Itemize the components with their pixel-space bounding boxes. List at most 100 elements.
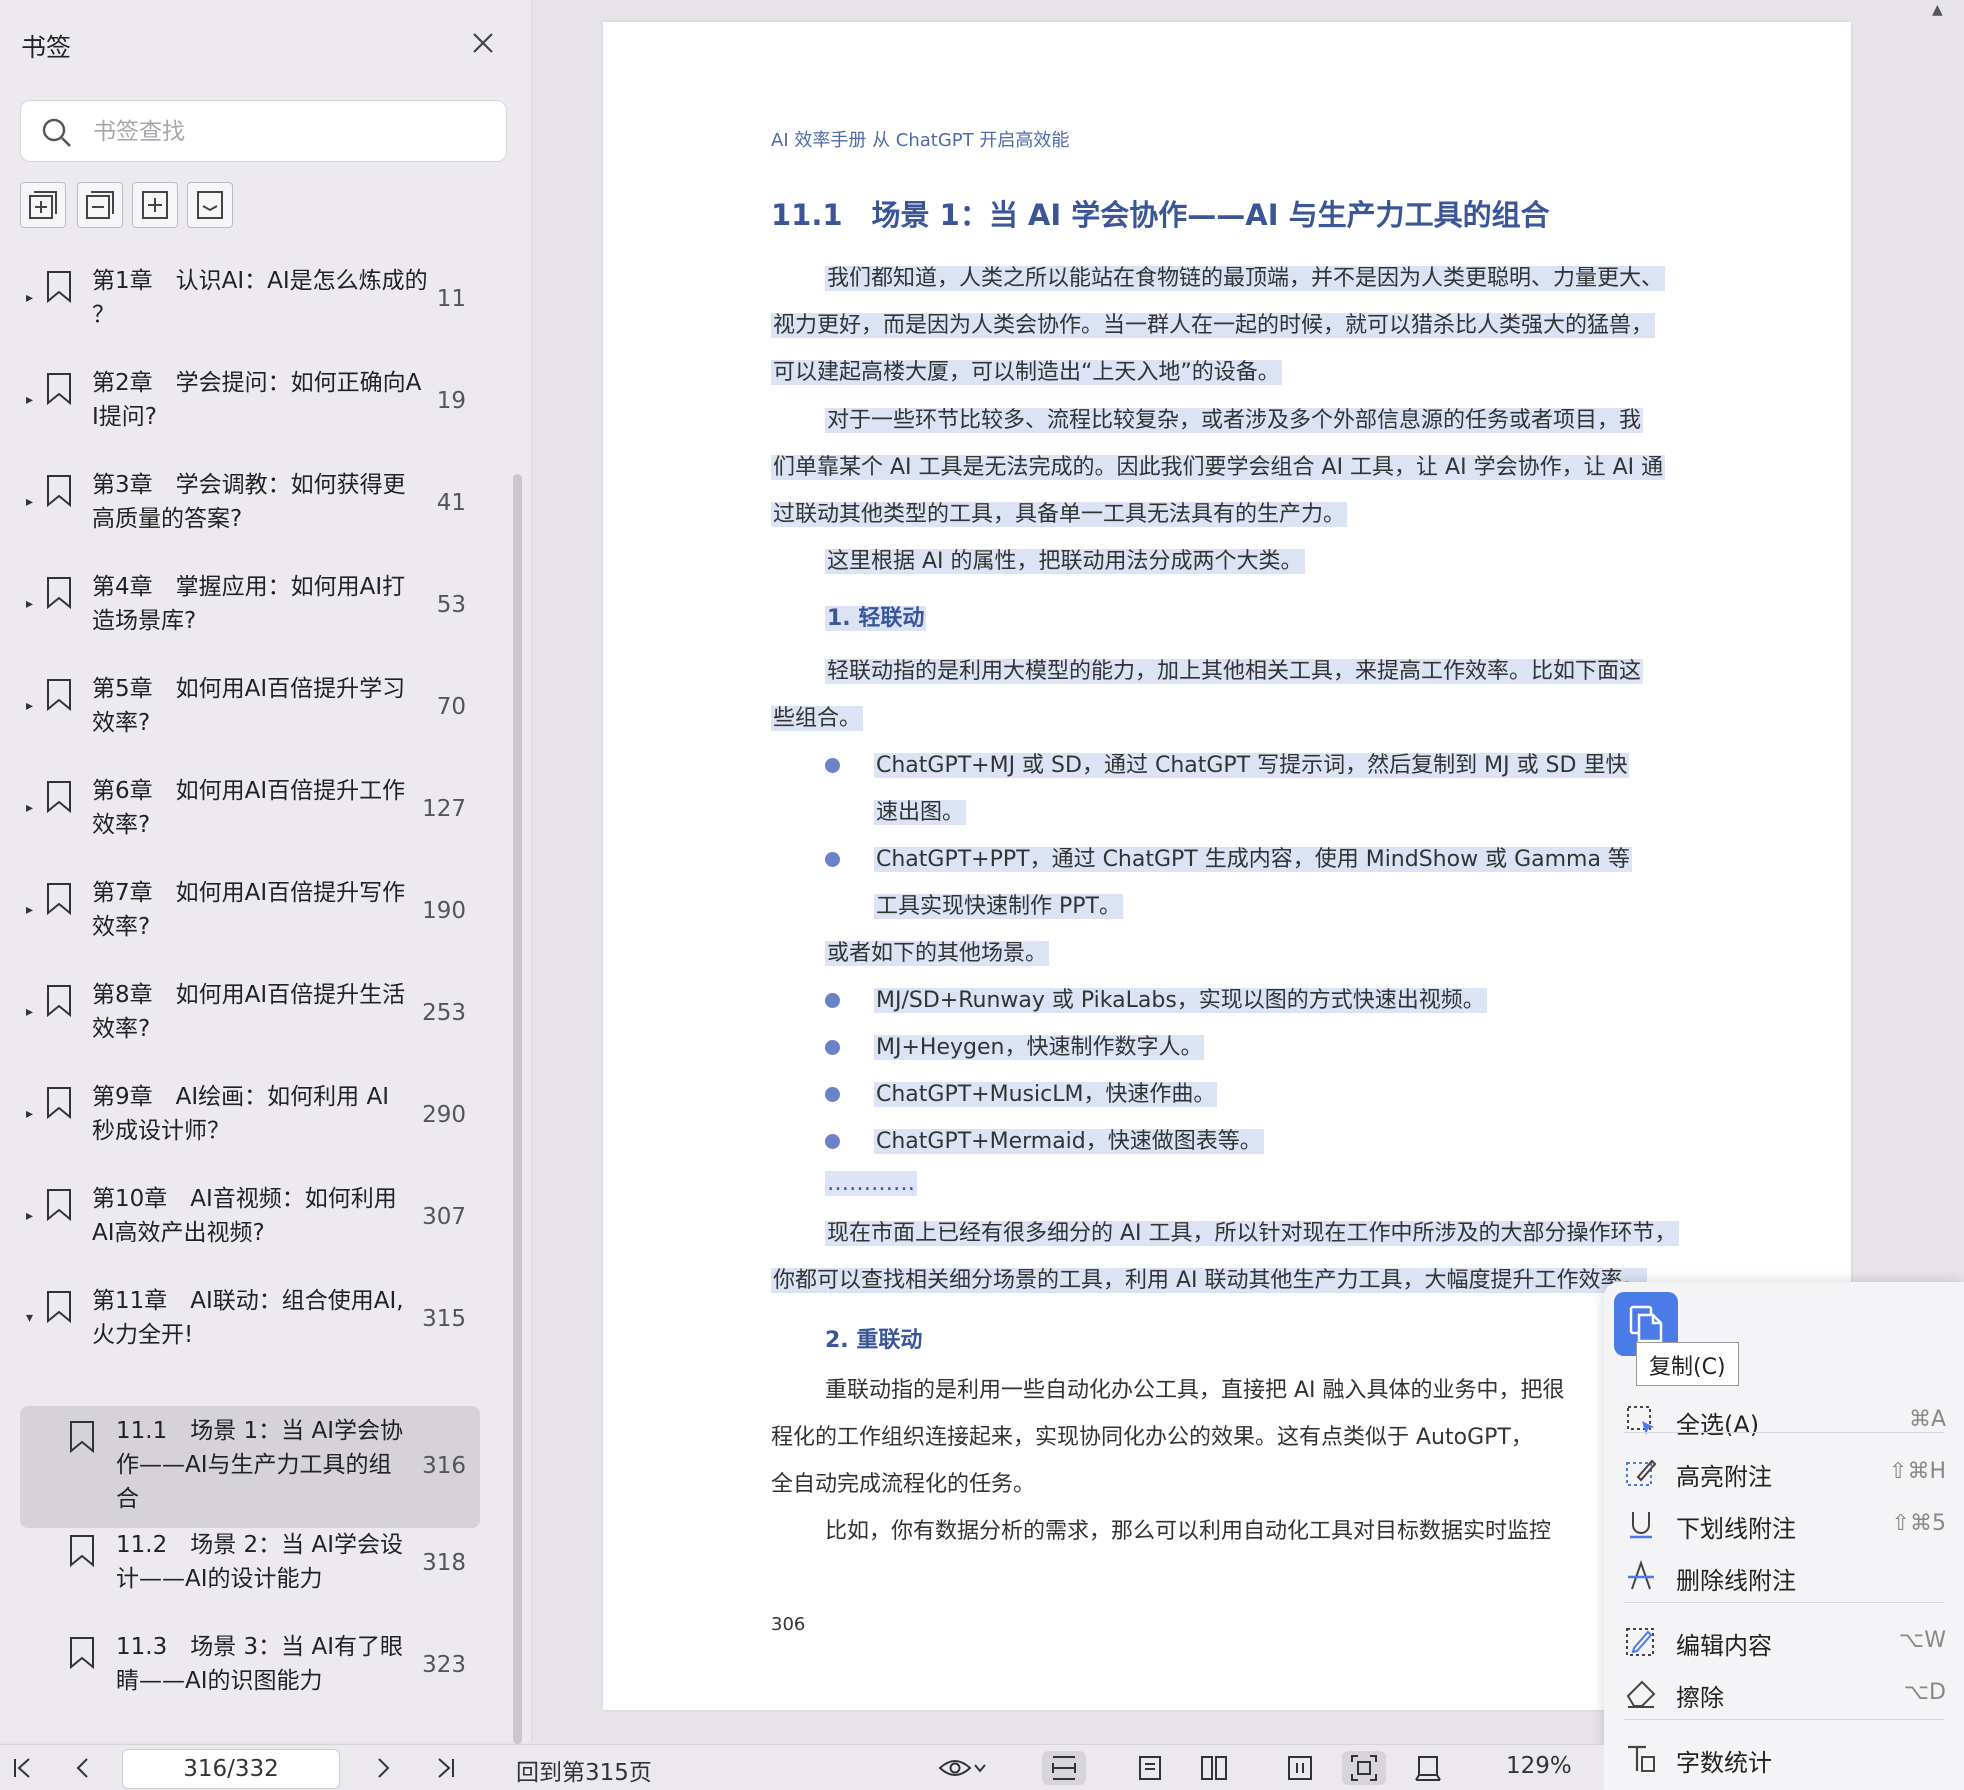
expand-all-icon[interactable] bbox=[20, 182, 66, 228]
zoom-level[interactable]: 129% bbox=[1506, 1753, 1572, 1779]
paragraph-line[interactable]: 过联动其他类型的工具，具备单一工具无法具有的生产力。 bbox=[771, 499, 1348, 530]
page-number-input[interactable] bbox=[122, 1749, 340, 1789]
chevron-right-icon[interactable]: ▸ bbox=[26, 392, 33, 408]
collapse-all-icon[interactable] bbox=[77, 182, 123, 228]
two-page-icon[interactable] bbox=[1192, 1751, 1236, 1785]
bookmark-label-line: 效率? bbox=[92, 710, 151, 736]
strikethrough-icon bbox=[1624, 1559, 1658, 1593]
paragraph-line[interactable]: 对于一些环节比较多、流程比较复杂，或者涉及多个外部信息源的任务或者项目，我 bbox=[825, 405, 1644, 436]
bookmark-icon bbox=[47, 781, 71, 814]
close-icon[interactable] bbox=[466, 26, 500, 60]
chevron-down-icon[interactable]: ▾ bbox=[26, 1310, 33, 1326]
bullet-line[interactable]: MJ+Heygen，快速制作数字人。 bbox=[874, 1032, 1205, 1063]
add-bookmark-icon[interactable] bbox=[132, 182, 178, 228]
view-mode-dropdown[interactable] bbox=[932, 1751, 994, 1785]
paragraph-line[interactable]: 这里根据 AI 的属性，把联动用法分成两个大类。 bbox=[825, 546, 1305, 577]
continuous-scroll-icon[interactable] bbox=[1042, 1751, 1086, 1785]
bullet-line[interactable]: MJ/SD+Runway 或 PikaLabs，实现以图的方式快速出视频。 bbox=[874, 985, 1487, 1016]
bullet-dot bbox=[825, 1134, 840, 1149]
menu-item-strikethrough-note[interactable]: 删除线附注 bbox=[1604, 1553, 1964, 1599]
chevron-right-icon[interactable]: ▸ bbox=[26, 1106, 33, 1122]
fit-page-icon[interactable] bbox=[1342, 1751, 1386, 1785]
eraser-icon bbox=[1624, 1676, 1658, 1710]
subheading-heavy-linkage: 2. 重联动 bbox=[825, 1328, 923, 1353]
bookmark-item[interactable]: ▾ 第11章 AI联动：组合使用AI, 火力全开! 315 bbox=[0, 1276, 500, 1364]
paragraph-line[interactable]: 视力更好，而是因为人类会协作。当一群人在一起的时候，就可以猎杀比人类强大的猛兽， bbox=[771, 310, 1656, 341]
bookmark-item[interactable]: ▸ 第2章 学会提问：如何正确向A I提问? 19 bbox=[0, 358, 500, 446]
paragraph-line[interactable]: 你都可以查找相关细分场景的工具，利用 AI 联动其他生产力工具，大幅度提升工作效… bbox=[771, 1265, 1647, 1296]
bookmark-search-input[interactable] bbox=[93, 113, 483, 151]
bookmark-label-line: 计——AI的设计能力 bbox=[116, 1566, 323, 1592]
bookmark-page-icon[interactable] bbox=[187, 182, 233, 228]
paragraph-line[interactable]: 些组合。 bbox=[771, 703, 864, 734]
first-page-icon[interactable] bbox=[6, 1751, 40, 1785]
menu-item-word-count[interactable]: 字数统计 bbox=[1604, 1735, 1964, 1781]
bottom-toolbar: 回到第315页 129% bbox=[0, 1744, 1604, 1790]
chevron-right-icon[interactable]: ▸ bbox=[26, 698, 33, 714]
chevron-right-icon[interactable]: ▸ bbox=[26, 800, 33, 816]
bookmark-item[interactable]: ▸ 第8章 如何用AI百倍提升生活 效率? 253 bbox=[0, 970, 500, 1058]
bullet-line[interactable]: 速出图。 bbox=[874, 797, 967, 828]
menu-item-highlight-note[interactable]: 高亮附注 ⇧⌘H bbox=[1604, 1449, 1964, 1495]
bookmark-label-line: 第3章 学会调教：如何获得更 bbox=[92, 472, 406, 498]
bookmark-icon bbox=[47, 1087, 71, 1120]
edit-icon bbox=[1624, 1624, 1658, 1658]
next-page-icon[interactable] bbox=[366, 1751, 400, 1785]
previous-page-icon[interactable] bbox=[66, 1751, 100, 1785]
bullet-dot bbox=[825, 758, 840, 773]
bullet-line[interactable]: 工具实现快速制作 PPT。 bbox=[874, 891, 1123, 922]
paragraph-line[interactable]: 可以建起高楼大厦，可以制造出“上天入地”的设备。 bbox=[771, 357, 1282, 388]
fit-width-icon[interactable] bbox=[1278, 1751, 1322, 1785]
bookmark-item[interactable]: ▸ 第1章 认识AI：AI是怎么炼成的 ？ 11 bbox=[0, 256, 500, 344]
back-to-page-link[interactable]: 回到第315页 bbox=[516, 1753, 652, 1787]
bookmark-label-line: 高质量的答案? bbox=[92, 506, 243, 532]
chevron-right-icon[interactable]: ▸ bbox=[26, 290, 33, 306]
bookmark-item[interactable]: 11.2 场景 2：当 AI学会设 计——AI的设计能力 318 bbox=[0, 1520, 500, 1608]
bookmark-item[interactable]: ▸ 第6章 如何用AI百倍提升工作 效率? 127 bbox=[0, 766, 500, 854]
subheading-light-linkage[interactable]: 1. 轻联动 bbox=[825, 600, 927, 632]
bullet-line[interactable]: ChatGPT+Mermaid，快速做图表等。 bbox=[874, 1126, 1264, 1157]
chevron-right-icon[interactable]: ▸ bbox=[26, 596, 33, 612]
paragraph-line: 重联动指的是利用一些自动化办公工具，直接把 AI 融入具体的业务中，把很 bbox=[825, 1378, 1565, 1403]
chevron-right-icon[interactable]: ▸ bbox=[26, 1208, 33, 1224]
bookmark-label-line: 11.3 场景 3：当 AI有了眼 bbox=[116, 1634, 403, 1660]
sidebar-scrollbar[interactable] bbox=[513, 474, 522, 1744]
bookmark-label: 第5章 如何用AI百倍提升学习 效率? bbox=[92, 672, 405, 740]
bookmark-label-line: 睛——AI的识图能力 bbox=[116, 1668, 323, 1694]
paragraph-line[interactable]: 我们都知道，人类之所以能站在食物链的最顶端，并不是因为人类更聪明、力量更大、 bbox=[825, 263, 1666, 294]
bookmark-page-number: 318 bbox=[422, 1550, 466, 1576]
scroll-up-arrow-icon[interactable]: ▲ bbox=[1932, 2, 1943, 18]
menu-item-underline-note[interactable]: 下划线附注 ⇧⌘5 bbox=[1604, 1501, 1964, 1547]
bookmark-item[interactable]: 11.3 场景 3：当 AI有了眼 睛——AI的识图能力 323 bbox=[0, 1622, 500, 1710]
bookmark-label: 第2章 学会提问：如何正确向A I提问? bbox=[92, 366, 421, 434]
paragraph-line[interactable]: 现在市面上已经有很多细分的 AI 工具，所以针对现在工作中所涉及的大部分操作环节… bbox=[825, 1218, 1679, 1249]
menu-item-select-all[interactable]: 全选(A) ⌘A bbox=[1604, 1397, 1964, 1443]
bullet-line[interactable]: ChatGPT+MusicLM，快速作曲。 bbox=[874, 1079, 1218, 1110]
single-page-icon[interactable] bbox=[1128, 1751, 1172, 1785]
underline-icon bbox=[1624, 1507, 1658, 1541]
bookmark-label-line: 第5章 如何用AI百倍提升学习 bbox=[92, 676, 406, 702]
bullet-line[interactable]: ChatGPT+PPT，通过 ChatGPT 生成内容，使用 MindShow … bbox=[874, 844, 1632, 875]
bookmark-item[interactable]: ▸ 第10章 AI音视频：如何利用 AI高效产出视频? 307 bbox=[0, 1174, 500, 1262]
bookmark-item[interactable]: ▸ 第5章 如何用AI百倍提升学习 效率? 70 bbox=[0, 664, 500, 752]
chevron-right-icon[interactable]: ▸ bbox=[26, 1004, 33, 1020]
bookmark-item[interactable]: ▸ 第9章 AI绘画：如何利用 AI 秒成设计师？ 290 bbox=[0, 1072, 500, 1160]
bookmark-item[interactable]: ▸ 第4章 掌握应用：如何用AI打 造场景库? 53 bbox=[0, 562, 500, 650]
bookmark-page-number: 253 bbox=[422, 1000, 466, 1026]
crop-page-icon[interactable] bbox=[1406, 1751, 1450, 1785]
chevron-right-icon[interactable]: ▸ bbox=[26, 494, 33, 510]
menu-item-erase[interactable]: 擦除 ⌥D bbox=[1604, 1670, 1964, 1716]
chevron-right-icon[interactable]: ▸ bbox=[26, 902, 33, 918]
last-page-icon[interactable] bbox=[428, 1751, 462, 1785]
bookmark-item[interactable]: 11.1 场景 1：当 AI学会协 作——AI与生产力工具的组合 316 bbox=[20, 1406, 480, 1528]
bullet-line[interactable]: ChatGPT+MJ 或 SD，通过 ChatGPT 写提示词，然后复制到 MJ… bbox=[874, 750, 1630, 781]
ellipsis-line[interactable]: ………… bbox=[825, 1168, 917, 1199]
bookmark-search-box[interactable] bbox=[20, 100, 507, 162]
paragraph-line[interactable]: 轻联动指的是利用大模型的能力，加上其他相关工具，来提高工作效率。比如下面这 bbox=[825, 656, 1644, 687]
paragraph-line[interactable]: 们单靠某个 AI 工具是无法完成的。因此我们要学会组合 AI 工具，让 AI 学… bbox=[771, 452, 1666, 483]
bookmark-label-line: 效率? bbox=[92, 914, 151, 940]
paragraph-line[interactable]: 或者如下的其他场景。 bbox=[825, 938, 1050, 969]
bookmark-item[interactable]: ▸ 第3章 学会调教：如何获得更 高质量的答案? 41 bbox=[0, 460, 500, 548]
menu-item-edit-content[interactable]: 编辑内容 ⌥W bbox=[1604, 1618, 1964, 1664]
bookmark-item[interactable]: ▸ 第7章 如何用AI百倍提升写作 效率? 190 bbox=[0, 868, 500, 956]
